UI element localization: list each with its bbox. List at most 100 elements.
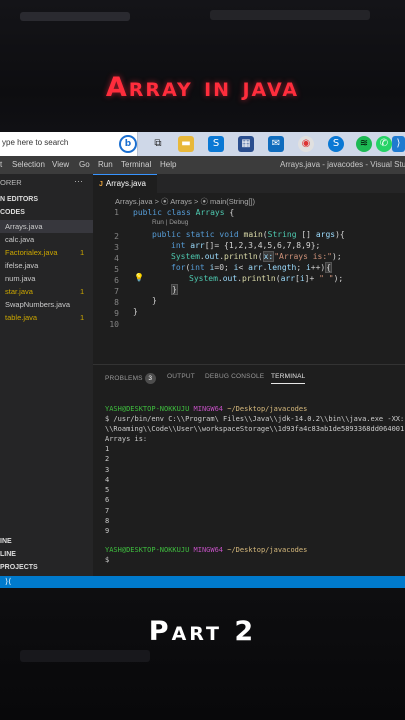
terminal-output-line: 4 — [105, 476, 110, 484]
line-number: 5 — [114, 265, 119, 274]
code-editor[interactable]: J Arrays.java Arrays.java > ⦿ Arrays > ⦿ … — [93, 174, 405, 364]
timeline-section[interactable]: LINE — [0, 551, 16, 558]
line-number: 9 — [114, 309, 119, 318]
explorer-sidebar: ORER ··· N EDITORS CODES Arrays.java cal… — [0, 174, 93, 576]
window-title: Arrays.java - javacodes - Visual Studio … — [280, 160, 405, 169]
file-name: SwapNumbers.java — [5, 300, 71, 309]
terminal-output-line: 2 — [105, 455, 110, 463]
tab-label: Arrays.java — [105, 179, 146, 188]
prompt-user: YASH@DESKTOP-NOKKUJU — [105, 546, 190, 554]
bottom-backdrop — [0, 588, 405, 720]
menu-item-help[interactable]: Help — [160, 160, 176, 169]
file-item-swapnumbers[interactable]: SwapNumbers.java — [0, 298, 93, 311]
line-number: 4 — [114, 254, 119, 263]
video-headline: Array in java — [105, 72, 300, 103]
prompt-env: MINGW64 — [193, 546, 224, 554]
prompt-user: YASH@DESKTOP-NOKKUJU — [105, 405, 190, 413]
code-line-1: public class Arrays { — [133, 208, 235, 217]
code-line-2: public static void main(String [] args){ — [152, 230, 345, 239]
tab-terminal[interactable]: TERMINAL — [271, 373, 306, 384]
menu-item-selection[interactable]: Selection — [12, 160, 45, 169]
java-file-icon: J — [99, 181, 103, 188]
code-line-5: for(int i=0; i< arr.length; i++){ — [171, 262, 333, 273]
terminal-prompt-line: YASH@DESKTOP-NOKKUJU MINGW64 ~/Desktop/j… — [105, 546, 307, 554]
terminal-input[interactable]: $ — [105, 556, 109, 564]
file-name: Arrays.java — [5, 222, 43, 231]
line-number: 10 — [109, 320, 119, 329]
editor-tabbar: J Arrays.java — [93, 174, 405, 193]
file-item-num[interactable]: num.java — [0, 272, 93, 285]
menu-item-go[interactable]: Go — [79, 160, 90, 169]
line-number: 3 — [114, 243, 119, 252]
open-editors-section[interactable]: N EDITORS — [0, 196, 38, 203]
top-backdrop — [0, 0, 405, 132]
tab-output[interactable]: OUTPUT — [167, 373, 195, 380]
vscode-menubar: t Selection View Go Run Terminal Help Ar… — [0, 156, 405, 174]
file-name: num.java — [5, 274, 36, 283]
file-name: calc.java — [5, 235, 35, 244]
vscode-icon[interactable]: ⟩ — [392, 136, 405, 152]
file-item-factorialex[interactable]: Factorialex.java 1 — [0, 246, 93, 259]
code-line-6: System.out.println(arr[i]+ " "); — [189, 274, 344, 283]
problems-count-badge: 3 — [144, 373, 156, 384]
chrome-icon[interactable]: ◉ — [298, 136, 314, 152]
breadcrumb[interactable]: Arrays.java > ⦿ Arrays > ⦿ main(String[]… — [115, 196, 255, 207]
store-icon[interactable]: ▦ — [238, 136, 254, 152]
tab-debug-console[interactable]: DEBUG CONSOLE — [205, 373, 264, 380]
menu-item-view[interactable]: View — [52, 160, 69, 169]
lightbulb-icon[interactable]: 💡 — [134, 273, 144, 282]
blurred-background-text — [20, 12, 130, 21]
file-item-table[interactable]: table.java 1 — [0, 311, 93, 324]
task-view-icon[interactable]: ⧉ — [150, 136, 166, 152]
file-item-arrays[interactable]: Arrays.java — [0, 220, 93, 233]
outline-section[interactable]: INE — [0, 538, 12, 545]
tab-arrays-java[interactable]: J Arrays.java — [93, 174, 157, 193]
remote-icon[interactable]: ⟩⟨ — [5, 576, 11, 588]
spotify-icon[interactable]: ≋ — [356, 136, 372, 152]
java-projects-section[interactable]: PROJECTS — [0, 564, 38, 571]
file-name: Factorialex.java — [5, 248, 58, 257]
blurred-background-text — [20, 650, 150, 662]
prompt-path: ~/Desktop/javacodes — [227, 405, 308, 413]
code-line-9: } — [133, 307, 138, 316]
tab-label: PROBLEMS — [105, 375, 143, 382]
terminal-output-header: Arrays is: — [105, 435, 148, 443]
problem-count-badge: 1 — [80, 287, 85, 296]
file-item-star[interactable]: star.java 1 — [0, 285, 93, 298]
menu-item-run[interactable]: Run — [98, 160, 113, 169]
terminal-command: $ /usr/bin/env C:\\Program\ Files\\Java\… — [105, 415, 405, 423]
bottom-panel: PROBLEMS 3 OUTPUT DEBUG CONSOLE TERMINAL … — [93, 364, 405, 576]
mail-icon[interactable]: ✉ — [268, 136, 284, 152]
code-line-8: } — [152, 296, 157, 305]
terminal-command-cont: \\Roaming\\Code\\User\\workspaceStorage\… — [105, 425, 405, 433]
file-explorer-icon[interactable]: ▬ — [178, 136, 194, 152]
file-name: table.java — [5, 313, 38, 322]
vscode-statusbar: ⟩⟨ — [0, 576, 405, 588]
run-debug-codelens[interactable]: Run | Debug — [152, 219, 188, 226]
menu-item[interactable]: t — [0, 160, 2, 169]
line-number: 8 — [114, 298, 119, 307]
terminal-output-line: 9 — [105, 527, 110, 535]
problem-count-badge: 1 — [80, 248, 85, 257]
file-item-ifelse[interactable]: ifelse.java — [0, 259, 93, 272]
terminal-output-line: 5 — [105, 486, 110, 494]
cortana-icon[interactable]: b — [119, 135, 137, 153]
code-line-7: } — [171, 284, 178, 295]
prompt-env: MINGW64 — [193, 405, 224, 413]
explorer-header: ORER — [0, 178, 22, 187]
terminal-output-line: 6 — [105, 496, 110, 504]
file-item-calc[interactable]: calc.java — [0, 233, 93, 246]
skype-icon[interactable]: S — [208, 136, 224, 152]
menu-item-terminal[interactable]: Terminal — [121, 160, 151, 169]
windows-taskbar: ype here to search b ⧉ ▬ S ▦ ✉ ◉ S ≋ ✆ ⟩ — [0, 132, 405, 156]
line-number: 2 — [114, 232, 119, 241]
file-name: ifelse.java — [5, 261, 39, 270]
more-actions-icon[interactable]: ··· — [74, 176, 83, 186]
file-name: star.java — [5, 287, 33, 296]
terminal-output-line: 1 — [105, 445, 110, 453]
whatsapp-icon[interactable]: ✆ — [376, 136, 392, 152]
skype-icon[interactable]: S — [328, 136, 344, 152]
folder-section[interactable]: CODES — [0, 209, 25, 216]
tab-problems[interactable]: PROBLEMS 3 — [105, 373, 156, 384]
taskbar-search[interactable]: ype here to search b — [0, 132, 138, 156]
